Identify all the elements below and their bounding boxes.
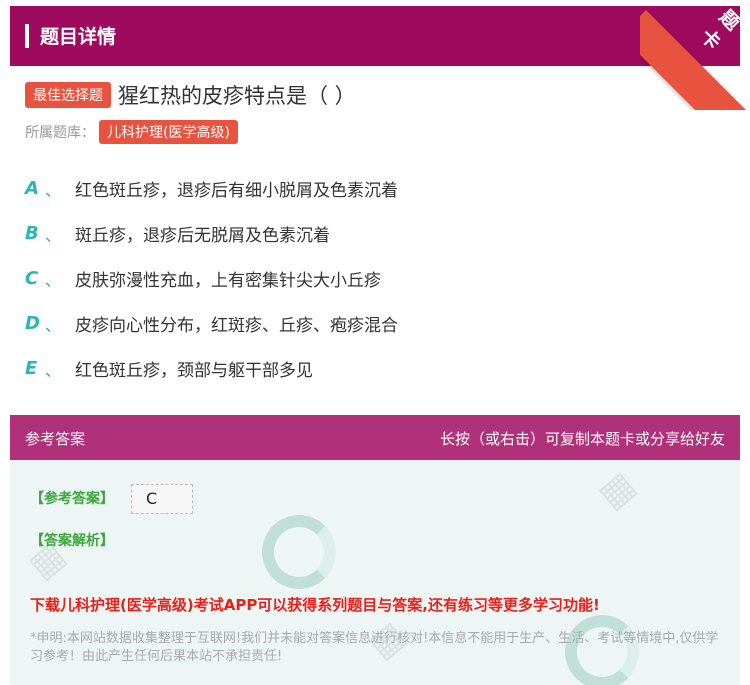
category-line: 所属题库： 儿科护理(医学高级) bbox=[25, 120, 238, 144]
share-hint: 长按（或右击）可复制本题卡或分享给好友 bbox=[439, 430, 725, 448]
question-line: 最佳选择题 猩红热的皮疹特点是（ ） bbox=[25, 80, 356, 110]
option-text: 红色斑丘疹，颈部与躯干部多见 bbox=[75, 361, 314, 381]
answer-label: 【参考答案】 bbox=[30, 491, 114, 507]
option-letter: E bbox=[25, 358, 38, 379]
option-letter: C bbox=[25, 268, 39, 289]
option-text: 皮肤弥漫性充血，上有密集针尖大小丘疹 bbox=[75, 271, 382, 291]
category-label: 所属题库： bbox=[25, 125, 95, 141]
option-d[interactable]: D、 皮疹向心性分布，红斑疹、丘疹、疱疹混合 bbox=[25, 311, 398, 336]
option-text: 红色斑丘疹，退疹后有细小脱屑及色素沉着 bbox=[75, 181, 399, 201]
answer-section-body: ▦ ▦ ▦ 【参考答案】 C 【答案解析】 下载儿科护理(医学高级)考试APP可… bbox=[10, 460, 740, 685]
answer-section-title: 参考答案 bbox=[25, 430, 86, 448]
page-title: 题目详情 bbox=[40, 26, 117, 48]
ribbon-text: 题卡 bbox=[695, 5, 747, 57]
option-e[interactable]: E 、 红色斑丘疹，颈部与躯干部多见 bbox=[25, 356, 313, 381]
watermark-glyph-icon: ▦ bbox=[590, 463, 644, 518]
app-download-promo[interactable]: 下载儿科护理(医学高级)考试APP可以获得系列题目与答案,还有练习等更多学习功能… bbox=[30, 594, 600, 615]
option-text: 斑丘疹，退疹后无脱屑及色素沉着 bbox=[75, 226, 331, 246]
analysis-label: 【答案解析】 bbox=[30, 533, 114, 549]
disclaimer-text: *申明:本网站数据收集整理于互联网!我们并未能对答案信息进行核对!本信息不能用于… bbox=[30, 631, 719, 664]
page-header: 题目详情 bbox=[10, 6, 740, 66]
option-separator: 、 bbox=[45, 180, 62, 200]
option-a[interactable]: A 、 红色斑丘疹，退疹后有细小脱屑及色素沉着 bbox=[25, 176, 398, 201]
watermark-logo-icon bbox=[262, 515, 336, 589]
header-accent-bar bbox=[25, 24, 29, 48]
option-separator: 、 bbox=[45, 270, 62, 290]
question-text: 猩红热的皮疹特点是（ ） bbox=[118, 84, 356, 108]
option-c[interactable]: C 、 皮肤弥漫性充血，上有密集针尖大小丘疹 bbox=[25, 266, 381, 291]
option-letter: A bbox=[25, 178, 39, 199]
option-letter: D bbox=[25, 313, 40, 334]
option-separator: 、 bbox=[45, 225, 62, 245]
question-type-badge: 最佳选择题 bbox=[25, 82, 111, 108]
option-separator: 、 bbox=[45, 360, 62, 380]
option-text: 皮疹向心性分布，红斑疹、丘疹、疱疹混合 bbox=[75, 316, 399, 336]
option-b[interactable]: B 、 斑丘疹，退疹后无脱屑及色素沉着 bbox=[25, 221, 330, 246]
answer-section-header: 参考答案 长按（或右击）可复制本题卡或分享给好友 bbox=[10, 415, 740, 460]
option-separator: 、 bbox=[45, 315, 62, 335]
option-letter: B bbox=[25, 223, 39, 244]
category-badge[interactable]: 儿科护理(医学高级) bbox=[99, 120, 238, 144]
answer-value: C bbox=[131, 484, 193, 514]
card-ribbon: 题卡 bbox=[640, 0, 750, 110]
